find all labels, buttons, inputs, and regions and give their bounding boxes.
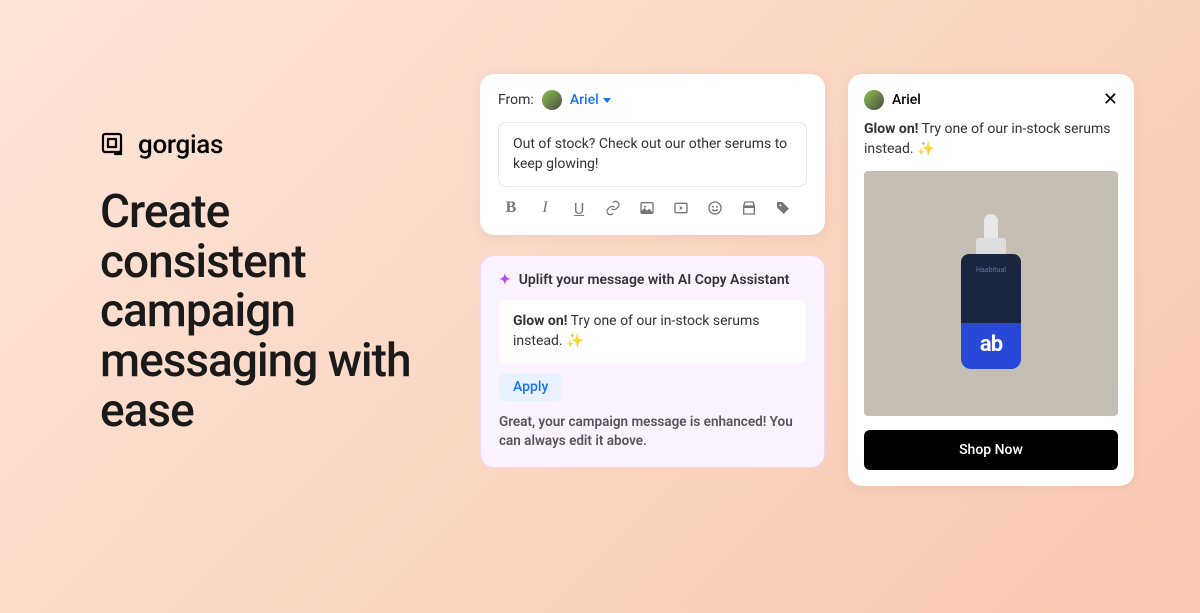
apply-button[interactable]: Apply — [499, 373, 562, 401]
format-toolbar: B I U — [498, 187, 807, 219]
italic-icon[interactable]: I — [536, 199, 554, 217]
message-textarea[interactable]: Out of stock? Check out our other serums… — [498, 122, 807, 187]
link-icon[interactable] — [604, 199, 622, 217]
image-icon[interactable] — [638, 199, 656, 217]
preview-user-name: Ariel — [892, 92, 921, 108]
ai-suggestion-box: Glow on! Try one of our in-stock serums … — [499, 300, 806, 363]
brand-logo: gorgias — [100, 130, 440, 160]
bold-icon[interactable]: B — [502, 199, 520, 217]
underline-icon[interactable]: U — [570, 199, 588, 217]
preview-msg-bold: Glow on! — [864, 121, 918, 137]
shop-icon[interactable] — [740, 199, 758, 217]
sparkle-icon: ✦ — [499, 272, 511, 288]
chevron-down-icon — [603, 98, 611, 103]
sender-avatar — [542, 90, 562, 110]
preview-message: Glow on! Try one of our in-stock serums … — [864, 120, 1118, 159]
video-icon[interactable] — [672, 199, 690, 217]
sender-name: Ariel — [570, 92, 599, 108]
product-image: ab Haabitual — [864, 171, 1118, 416]
close-icon[interactable]: ✕ — [1103, 91, 1118, 109]
product-label-big: ab — [980, 332, 1002, 357]
logo-icon — [100, 131, 128, 159]
ai-assistant-card: ✦ Uplift your message with AI Copy Assis… — [480, 255, 825, 468]
composer-card: From: Ariel Out of stock? Check out our … — [480, 74, 825, 235]
tag-icon[interactable] — [774, 199, 792, 217]
shop-now-button[interactable]: Shop Now — [864, 430, 1118, 470]
ai-footer-text: Great, your campaign message is enhanced… — [499, 413, 806, 451]
product-brand-tag: Haabitual — [976, 266, 1006, 274]
page-headline: Create consistent campaign messaging wit… — [100, 188, 440, 436]
preview-avatar — [864, 90, 884, 110]
ai-title: Uplift your message with AI Copy Assista… — [519, 272, 790, 288]
brand-name: gorgias — [138, 130, 223, 160]
emoji-icon[interactable] — [706, 199, 724, 217]
from-label: From: — [498, 92, 534, 108]
ai-suggestion-bold: Glow on! — [513, 313, 567, 329]
sender-dropdown[interactable]: Ariel — [570, 92, 611, 108]
preview-card: Ariel ✕ Glow on! Try one of our in-stock… — [848, 74, 1134, 486]
